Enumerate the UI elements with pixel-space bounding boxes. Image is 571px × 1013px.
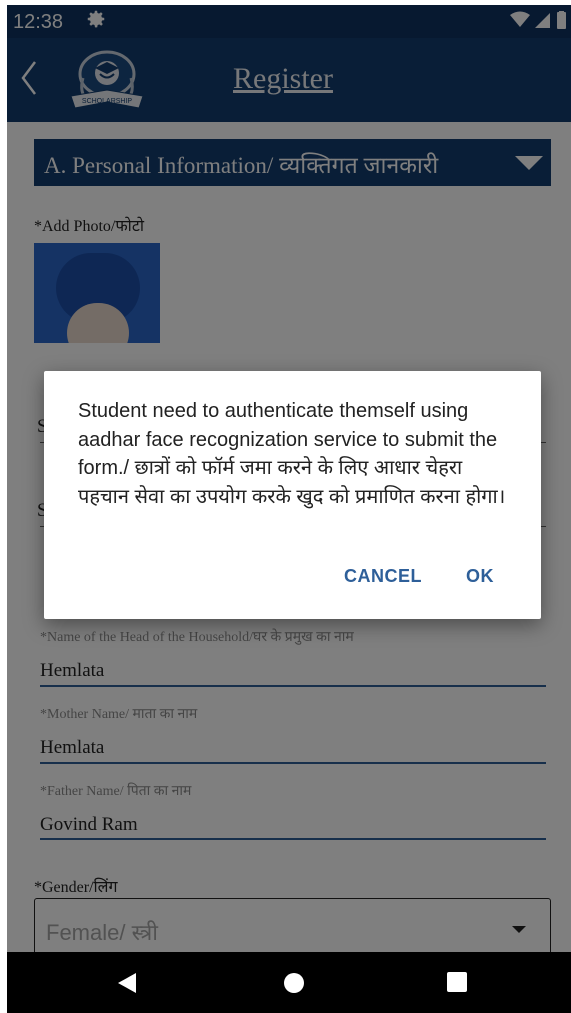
- square-recents-icon: [447, 972, 467, 992]
- circle-home-icon: [284, 973, 304, 993]
- nav-recents-button[interactable]: [446, 971, 468, 998]
- nav-back-button[interactable]: [115, 971, 139, 1000]
- app-screen: 12:38 SCHOLARSHIP Register: [7, 5, 571, 1013]
- cancel-button[interactable]: CANCEL: [344, 566, 422, 587]
- authentication-dialog: Student need to authenticate themself us…: [44, 371, 541, 619]
- dialog-message: Student need to authenticate themself us…: [78, 400, 506, 508]
- ok-button[interactable]: OK: [466, 566, 494, 587]
- triangle-back-icon: [118, 973, 136, 993]
- navigation-bar: [7, 952, 571, 1013]
- nav-home-button[interactable]: [282, 971, 306, 1000]
